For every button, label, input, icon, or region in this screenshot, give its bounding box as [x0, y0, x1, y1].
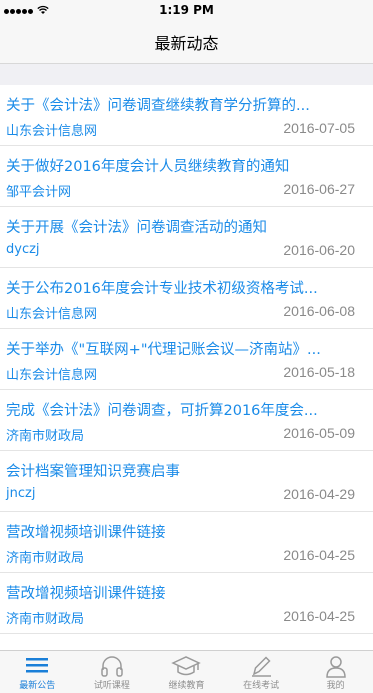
news-source: 济南市财政局	[6, 612, 85, 627]
page-title: 最新动态	[154, 33, 219, 53]
tab-label: 在线考试	[243, 681, 280, 691]
news-title: 关于做好2016年度会计人员继续教育的通知	[6, 159, 290, 175]
news-date: 2016-04-29	[283, 486, 355, 502]
list-item[interactable]: 关于《会计法》问卷调查继续教育学分折算的... 山东会计信息网 2016-07-05	[0, 85, 373, 146]
navigation-bar: 最新动态	[0, 20, 373, 64]
news-title: 会计档案管理知识竞赛启事	[6, 464, 180, 480]
list-item[interactable]: 关于开展《会计法》问卷调查活动的通知 dyczj 2016-06-20	[0, 207, 373, 268]
news-list[interactable]: 关于《会计法》问卷调查继续教育学分折算的... 山东会计信息网 2016-07-05…	[0, 85, 373, 652]
news-date: 2016-06-20	[283, 242, 355, 258]
tab-user[interactable]: 我的	[298, 651, 373, 693]
tab-bar: 最新公告 试听课程 继续教育 在线考试 我的	[0, 650, 373, 693]
status-time: 1:19 PM	[159, 3, 214, 17]
list-item[interactable]: 关于做好2016年度会计人员继续教育的通知 邹平会计网 2016-06-27	[0, 146, 373, 207]
news-title: 完成《会计法》问卷调查，可折算2016年度会...	[6, 403, 318, 419]
news-date: 2016-05-18	[283, 364, 355, 380]
news-source: 济南市财政局	[6, 551, 85, 566]
tab-label: 继续教育	[168, 681, 205, 691]
news-source: dyczj	[6, 242, 40, 257]
news-date: 2016-07-05	[283, 120, 355, 136]
news-source: 山东会计信息网	[6, 368, 98, 383]
tab-pencil[interactable]: 在线考试	[224, 651, 299, 693]
news-date: 2016-06-27	[283, 181, 355, 197]
news-source: 济南市财政局	[6, 429, 85, 444]
news-source: 山东会计信息网	[6, 307, 98, 322]
news-title: 关于开展《会计法》问卷调查活动的通知	[6, 220, 267, 236]
news-source: 山东会计信息网	[6, 124, 98, 139]
tab-label: 我的	[326, 681, 345, 691]
news-date: 2016-06-08	[283, 303, 355, 319]
news-title: 关于《会计法》问卷调查继续教育学分折算的...	[6, 98, 310, 114]
tab-menu[interactable]: 最新公告	[0, 651, 75, 693]
news-title: 关于公布2016年度会计专业技术初级资格考试...	[6, 281, 318, 297]
news-date: 2016-04-25	[283, 608, 355, 624]
tab-label: 最新公告	[19, 681, 56, 691]
tab-graduation-cap[interactable]: 继续教育	[149, 651, 224, 693]
news-title: 营改增视频培训课件链接	[6, 525, 166, 541]
news-date: 2016-04-25	[283, 547, 355, 563]
list-item[interactable]: 营改增视频培训课件链接 济南市财政局 2016-04-25	[0, 573, 373, 634]
status-bar: 1:19 PM	[0, 0, 373, 20]
list-item[interactable]: 营改增视频培训课件链接 济南市财政局 2016-04-25	[0, 512, 373, 573]
tab-label: 试听课程	[93, 681, 130, 691]
news-source: 邹平会计网	[6, 185, 72, 200]
news-source: jnczj	[6, 486, 36, 501]
tab-headphones[interactable]: 试听课程	[75, 651, 150, 693]
news-title: 营改增视频培训课件链接	[6, 586, 166, 602]
list-item[interactable]: 关于举办《"互联网+"代理记账会议—济南站》... 山东会计信息网 2016-05-…	[0, 329, 373, 390]
news-date: 2016-05-09	[283, 425, 355, 441]
list-item[interactable]: 关于公布2016年度会计专业技术初级资格考试... 山东会计信息网 2016-06-…	[0, 268, 373, 329]
list-item[interactable]: 会计档案管理知识竞赛启事 jnczj 2016-04-29	[0, 451, 373, 512]
news-title: 关于举办《"互联网+"代理记账会议—济南站》...	[6, 342, 321, 358]
list-item[interactable]: 完成《会计法》问卷调查，可折算2016年度会... 济南市财政局 2016-05-0…	[0, 390, 373, 451]
